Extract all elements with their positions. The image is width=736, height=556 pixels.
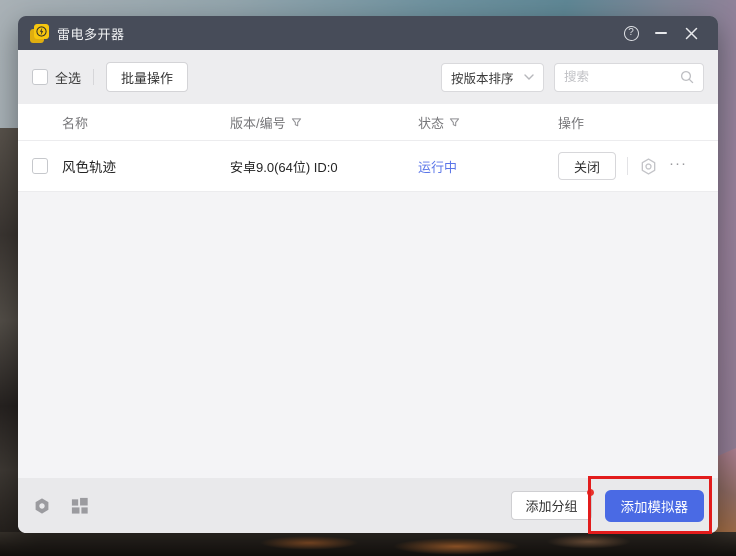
add-group-button[interactable]: 添加分组 bbox=[511, 491, 591, 520]
help-button[interactable]: ? bbox=[616, 16, 646, 50]
emulator-list-empty-area bbox=[18, 192, 718, 478]
sort-dropdown-value: 按版本排序 bbox=[451, 68, 514, 87]
close-icon bbox=[685, 27, 698, 40]
emulator-version: 安卓9.0(64位) ID:0 bbox=[230, 157, 418, 176]
filter-funnel-icon[interactable] bbox=[291, 117, 302, 128]
emulator-row[interactable]: 风色轨迹 安卓9.0(64位) ID:0 运行中 关闭 ··· bbox=[18, 141, 718, 192]
column-header-name: 名称 bbox=[62, 113, 230, 132]
add-emulator-button[interactable]: 添加模拟器 bbox=[605, 490, 705, 522]
settings-gear-icon[interactable] bbox=[639, 157, 658, 176]
close-emulator-button[interactable]: 关闭 bbox=[558, 152, 616, 180]
titlebar[interactable]: 雷电多开器 ? bbox=[18, 16, 718, 50]
row-checkbox[interactable] bbox=[32, 158, 48, 174]
notification-dot bbox=[587, 489, 594, 496]
help-icon: ? bbox=[624, 26, 639, 41]
column-header-operation: 操作 bbox=[558, 113, 718, 132]
search-input[interactable] bbox=[564, 70, 680, 84]
app-logo-lightning-icon bbox=[30, 24, 49, 43]
column-header-status: 状态 bbox=[418, 113, 558, 132]
column-header-version: 版本/编号 bbox=[230, 113, 418, 132]
settings-nut-icon[interactable] bbox=[32, 496, 52, 516]
chevron-down-icon bbox=[524, 74, 534, 80]
toolbar-divider bbox=[93, 69, 94, 85]
search-icon bbox=[680, 70, 694, 84]
search-box[interactable] bbox=[554, 63, 704, 92]
footer-bar: 添加分组 添加模拟器 bbox=[18, 478, 718, 533]
ops-divider bbox=[627, 157, 628, 175]
minimize-icon bbox=[655, 32, 667, 34]
select-all-label: 全选 bbox=[55, 68, 81, 87]
table-header-row: 名称 版本/编号 状态 操作 bbox=[18, 104, 718, 141]
desktop-rocks-bottom bbox=[0, 532, 736, 556]
lightning-bolt-icon bbox=[36, 26, 47, 37]
window-title: 雷电多开器 bbox=[57, 24, 125, 43]
toolbar: 全选 批量操作 按版本排序 bbox=[18, 50, 718, 104]
batch-operation-button[interactable]: 批量操作 bbox=[106, 62, 188, 92]
emulator-name: 风色轨迹 bbox=[62, 156, 230, 176]
sort-dropdown[interactable]: 按版本排序 bbox=[441, 63, 544, 92]
close-button[interactable] bbox=[676, 16, 706, 50]
ldplayer-multi-instance-window: 雷电多开器 ? 全选 批量操作 按版本排序 bbox=[18, 16, 718, 533]
select-all-checkbox[interactable] bbox=[32, 69, 48, 85]
grid-layout-icon[interactable] bbox=[70, 496, 89, 515]
minimize-button[interactable] bbox=[646, 16, 676, 50]
more-options-icon[interactable]: ··· bbox=[669, 156, 687, 177]
filter-funnel-icon[interactable] bbox=[449, 117, 460, 128]
emulator-status-badge: 运行中 bbox=[418, 157, 558, 176]
